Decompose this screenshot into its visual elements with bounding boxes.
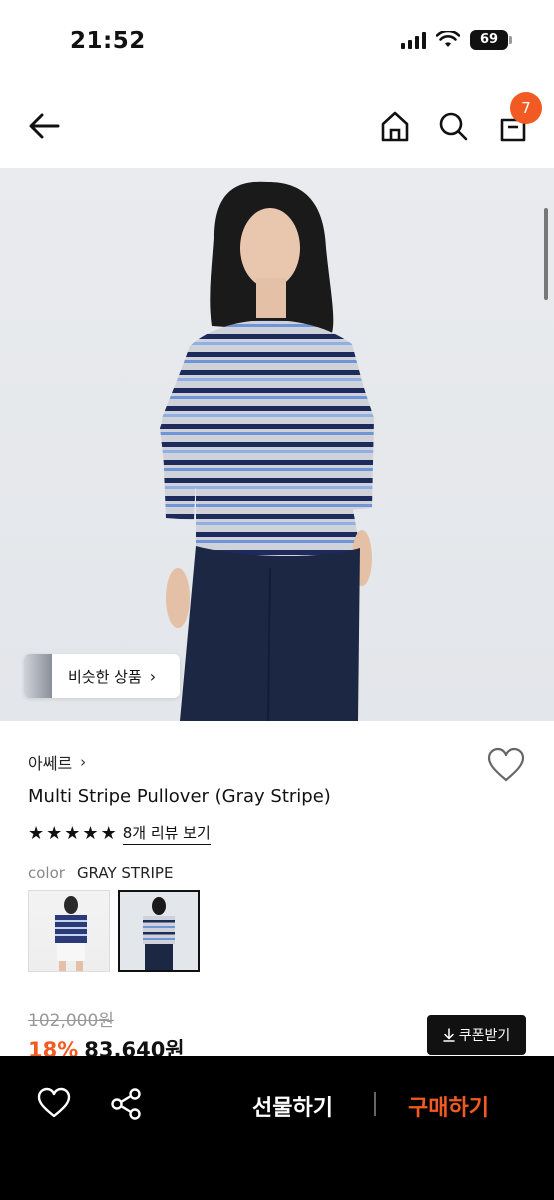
product-image[interactable]: 비슷한 상품 › [0,168,554,721]
download-icon [442,1028,455,1042]
coupon-label: 쿠폰받기 [458,1028,511,1044]
color-row: color GRAY STRIPE [28,864,173,882]
similar-products-button[interactable]: 비슷한 상품 › [24,654,180,698]
chevron-right-icon: › [80,753,87,771]
star-icon: ★ [46,822,63,844]
wifi-icon [436,31,460,47]
review-link[interactable]: 8개 리뷰 보기 [122,822,211,845]
heart-icon[interactable] [36,1086,72,1120]
image-scroll-indicator [544,208,548,300]
star-icon: ★ [100,822,117,844]
heart-icon[interactable] [486,746,526,784]
cart-count-badge: 7 [510,92,542,124]
status-time: 21:52 [70,28,146,54]
star-icon: ★ [28,822,45,844]
gift-button[interactable]: 선물하기 [252,1090,333,1122]
similar-thumbnail [24,654,52,698]
divider [374,1092,376,1116]
coupon-download-button[interactable]: 쿠폰받기 [427,1015,526,1055]
status-bar: 21:52 69 [0,0,554,80]
swatch-photo-navy [55,896,87,971]
original-price: 102,000원 [28,1011,114,1031]
arrow-left-icon[interactable] [24,108,64,144]
buy-button[interactable]: 구매하기 [408,1090,489,1122]
bottom-action-bar: 선물하기 구매하기 [0,1056,554,1200]
model-photo [160,181,374,721]
battery-indicator: 69 [470,30,512,50]
swatch-photo-gray [143,897,175,970]
search-icon[interactable] [434,108,472,144]
chevron-right-icon: › [149,666,157,686]
color-swatch-navy-stripe[interactable] [28,890,110,972]
color-swatch-gray-stripe[interactable] [118,890,200,972]
star-icon: ★ [82,822,99,844]
signal-icon [401,31,426,49]
brand-name: 아쎄르 [28,754,73,773]
brand-link[interactable]: 아쎄르 › [28,750,86,774]
similar-products-label: 비슷한 상품 [68,667,142,686]
product-title: Multi Stripe Pullover (Gray Stripe) [28,786,331,807]
color-label: color [28,864,65,882]
star-icon: ★ [64,822,81,844]
star-rating: ★ ★ ★ ★ ★ [28,822,117,844]
home-icon[interactable] [376,108,414,144]
status-icons: 69 [401,30,512,50]
rating-row: ★ ★ ★ ★ ★ 8개 리뷰 보기 [28,822,211,845]
top-nav [0,80,554,170]
share-icon[interactable] [108,1086,144,1122]
color-value: GRAY STRIPE [76,864,174,882]
